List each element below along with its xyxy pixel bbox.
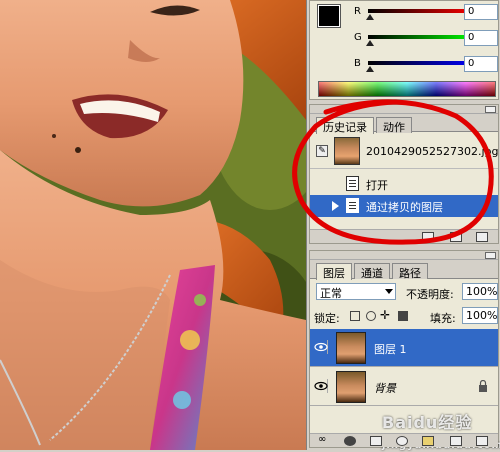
lock-transparency-icon[interactable] [350, 311, 360, 321]
layer-row-layer1[interactable]: 图层 1 [310, 329, 498, 367]
eye-icon[interactable] [314, 379, 328, 393]
tab-actions[interactable]: 动作 [376, 117, 412, 134]
opacity-label: 不透明度: [406, 288, 454, 301]
eye-icon[interactable] [314, 340, 328, 354]
channel-label-r: R [354, 6, 361, 17]
history-source-checkbox[interactable] [316, 177, 328, 190]
opacity-value: 100% [466, 285, 498, 298]
layers-panel-titlebar[interactable] [310, 251, 498, 260]
tab-channels[interactable]: 通道 [354, 263, 390, 280]
color-spectrum-bar[interactable] [318, 81, 496, 97]
history-item-open[interactable]: 打开 [310, 173, 498, 195]
adjustment-layer-icon[interactable] [396, 436, 408, 446]
tab-layers[interactable]: 图层 [316, 263, 352, 280]
green-channel-slider[interactable]: G 0 [354, 30, 498, 49]
lock-fill-row: 锁定: ✛ 填充: 100% [314, 307, 498, 327]
snapshot-name: 2010429052527302.jpg [366, 145, 499, 158]
fill-value: 100% [466, 309, 498, 322]
layer-thumbnail [336, 332, 366, 364]
layers-tabs: 图层 通道 路径 [310, 260, 498, 280]
lock-icon [478, 379, 488, 392]
lock-pixels-icon[interactable] [366, 311, 376, 321]
new-layer-icon[interactable] [450, 436, 462, 446]
history-snapshot[interactable]: ✎ 2010429052527302.jpg [310, 133, 499, 169]
blend-opacity-row: 正常 不透明度: 100% [314, 283, 498, 303]
history-panel-footer [310, 229, 498, 243]
history-panel: 历史记录 动作 ✎ 2010429052527302.jpg 打开 通过拷贝的图… [309, 104, 499, 244]
blend-mode-value: 正常 [320, 287, 342, 300]
layer-style-icon[interactable] [344, 436, 356, 446]
document-icon [346, 198, 359, 213]
history-tabs: 历史记录 动作 [310, 114, 498, 134]
color-panel: R 0 G 0 B 0 [309, 0, 499, 100]
green-thumb[interactable] [366, 40, 374, 46]
watermark-text: 经验 [438, 413, 473, 432]
blue-value-input[interactable]: 0 [464, 56, 498, 72]
new-document-from-state-icon[interactable] [422, 232, 434, 242]
history-state-arrow-icon [332, 201, 339, 211]
channel-label-b: B [354, 58, 361, 69]
photo-image [0, 0, 306, 450]
panel-menu-icon[interactable] [485, 106, 496, 113]
history-item-label: 打开 [366, 179, 388, 192]
foreground-color-swatch[interactable] [317, 4, 341, 28]
history-brush-icon[interactable]: ✎ [316, 145, 328, 157]
layers-panel-footer: ∞ [310, 433, 498, 447]
tab-history[interactable]: 历史记录 [316, 117, 374, 134]
fill-input[interactable]: 100% [462, 307, 498, 324]
tab-paths[interactable]: 路径 [392, 263, 428, 280]
green-track[interactable] [368, 35, 476, 39]
blue-channel-slider[interactable]: B 0 [354, 56, 498, 75]
green-value-input[interactable]: 0 [464, 30, 498, 46]
layer-name[interactable]: 背景 [374, 380, 396, 396]
blue-thumb[interactable] [366, 66, 374, 72]
new-snapshot-icon[interactable] [450, 232, 462, 242]
channel-label-g: G [354, 32, 362, 43]
trash-icon[interactable] [476, 232, 488, 242]
panel-menu-icon[interactable] [485, 252, 496, 259]
document-icon [346, 176, 359, 191]
blue-track[interactable] [368, 61, 476, 65]
history-item-label: 通过拷贝的图层 [366, 201, 443, 214]
red-value-input[interactable]: 0 [464, 4, 498, 20]
blend-mode-select[interactable]: 正常 [316, 283, 396, 300]
lock-label: 锁定: [314, 312, 340, 325]
link-layers-icon[interactable]: ∞ [318, 434, 326, 445]
red-thumb[interactable] [366, 14, 374, 20]
lock-position-icon[interactable]: ✛ [380, 308, 390, 322]
snapshot-thumbnail [334, 137, 360, 165]
chevron-down-icon [385, 289, 393, 294]
panel-dock: R 0 G 0 B 0 历史记录 动作 ✎ 2010429052527302.j… [306, 0, 500, 451]
add-mask-icon[interactable] [370, 436, 382, 446]
history-panel-titlebar[interactable] [310, 105, 498, 114]
layer-name[interactable]: 图层 1 [374, 341, 407, 357]
trash-icon[interactable] [476, 436, 488, 446]
lock-all-icon[interactable] [398, 311, 408, 321]
layers-panel: 图层 通道 路径 正常 不透明度: 100% 锁定: ✛ 填充: 100% 图层… [309, 250, 500, 451]
layer-row-background[interactable]: 背景 [310, 368, 498, 406]
fill-label: 填充: [430, 312, 456, 325]
new-group-icon[interactable] [422, 436, 434, 446]
photo-canvas[interactable] [0, 0, 306, 450]
red-track[interactable] [368, 9, 476, 13]
watermark-brand: Baidu [382, 413, 439, 432]
opacity-input[interactable]: 100% [462, 283, 498, 300]
red-channel-slider[interactable]: R 0 [354, 4, 498, 23]
history-item-layer-via-copy[interactable]: 通过拷贝的图层 [310, 195, 498, 217]
layer-thumbnail [336, 371, 366, 403]
